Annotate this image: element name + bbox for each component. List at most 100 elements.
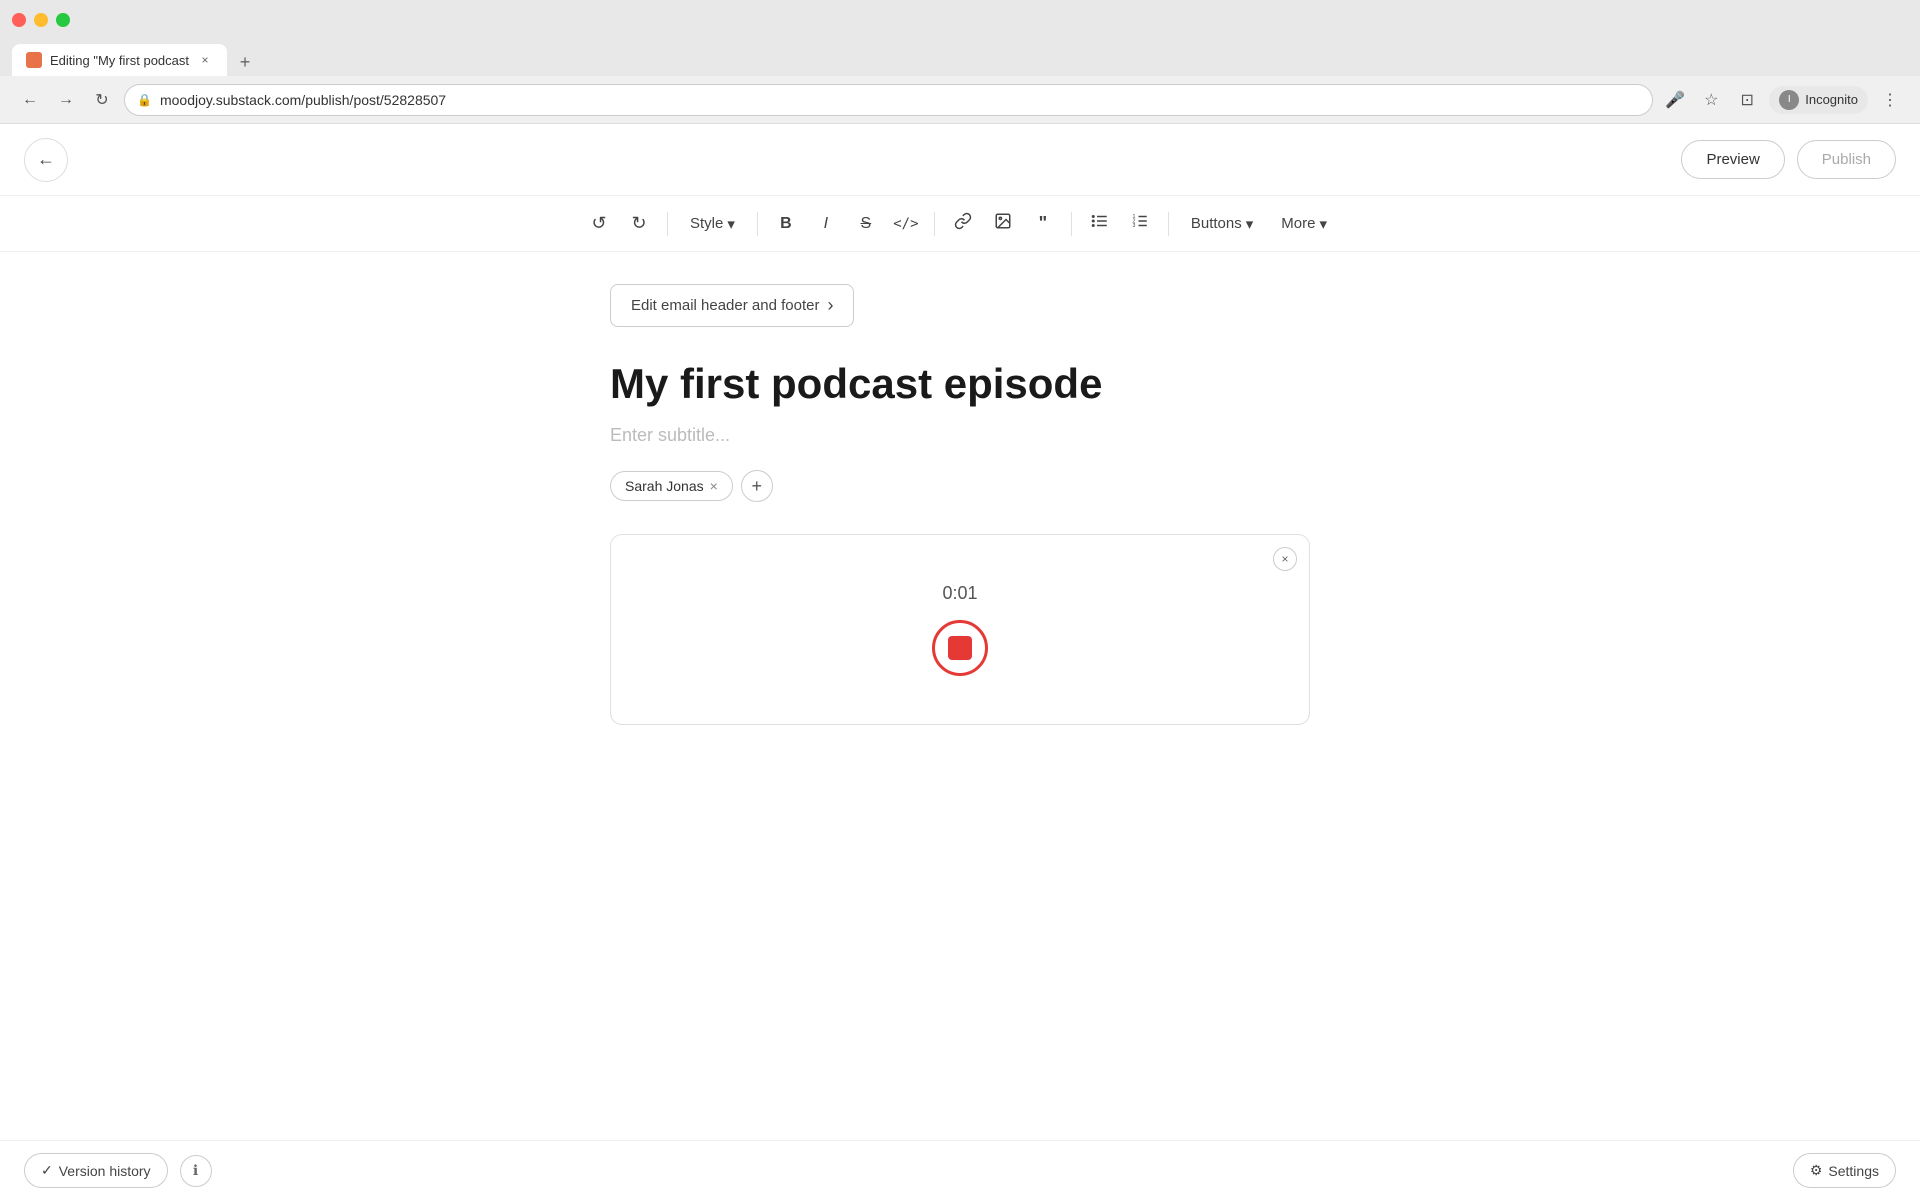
bottom-left: ✓ Version history ℹ bbox=[24, 1153, 212, 1188]
quote-icon: " bbox=[1039, 213, 1048, 234]
image-button[interactable] bbox=[985, 206, 1021, 242]
more-dots-icon: ⋮ bbox=[1882, 90, 1898, 110]
nav-actions: 🎤 ☆ ⊡ I Incognito ⋮ bbox=[1661, 86, 1904, 114]
more-label: More bbox=[1281, 215, 1315, 232]
more-chevron-icon: ▾ bbox=[1319, 215, 1327, 233]
action-bar: ← Preview Publish bbox=[0, 124, 1920, 196]
reload-button[interactable]: ↻ bbox=[88, 86, 116, 114]
star-icon: ☆ bbox=[1704, 90, 1718, 110]
style-label: Style bbox=[690, 215, 723, 232]
url-text: moodjoy.substack.com/publish/post/528285… bbox=[160, 92, 446, 108]
stop-recording-button[interactable] bbox=[932, 620, 988, 676]
new-tab-button[interactable]: + bbox=[231, 48, 259, 76]
publish-button[interactable]: Publish bbox=[1797, 140, 1896, 179]
ordered-list-button[interactable]: 1 2 3 bbox=[1122, 206, 1158, 242]
title-bar bbox=[0, 0, 1920, 40]
subtitle-field[interactable]: Enter subtitle... bbox=[610, 425, 1310, 446]
bookmark-button[interactable]: ☆ bbox=[1697, 86, 1725, 114]
traffic-lights bbox=[12, 13, 70, 27]
add-author-button[interactable]: + bbox=[741, 470, 773, 502]
profile-avatar: I bbox=[1779, 90, 1799, 110]
bottom-bar: ✓ Version history ℹ ⚙ Settings bbox=[0, 1140, 1920, 1200]
post-title[interactable]: My first podcast episode bbox=[610, 359, 1310, 409]
link-icon bbox=[954, 212, 972, 235]
author-row: Sarah Jonas × + bbox=[610, 470, 1310, 502]
content-inner: Edit email header and footer › My first … bbox=[610, 284, 1310, 725]
version-history-button[interactable]: ✓ Version history bbox=[24, 1153, 168, 1188]
edit-header-label: Edit email header and footer bbox=[631, 297, 819, 314]
image-icon bbox=[994, 212, 1012, 235]
preview-button[interactable]: Preview bbox=[1681, 140, 1784, 179]
toolbar-divider-5 bbox=[1168, 212, 1169, 236]
toolbar-divider-4 bbox=[1071, 212, 1072, 236]
redo-button[interactable]: ↻ bbox=[621, 206, 657, 242]
buttons-dropdown[interactable]: Buttons ▾ bbox=[1179, 209, 1265, 239]
info-button[interactable]: ℹ bbox=[180, 1155, 212, 1187]
author-name: Sarah Jonas bbox=[625, 478, 704, 494]
microphone-icon: 🎤 bbox=[1665, 90, 1685, 110]
info-icon: ℹ bbox=[193, 1162, 198, 1179]
bullet-list-button[interactable] bbox=[1082, 206, 1118, 242]
back-to-dashboard-button[interactable]: ← bbox=[24, 138, 68, 182]
back-button[interactable]: ← bbox=[16, 86, 44, 114]
remove-author-button[interactable]: × bbox=[710, 478, 718, 494]
forward-button[interactable]: → bbox=[52, 86, 80, 114]
toolbar-divider-3 bbox=[934, 212, 935, 236]
back-arrow-icon: ← bbox=[37, 149, 55, 170]
link-button[interactable] bbox=[945, 206, 981, 242]
microphone-button[interactable]: 🎤 bbox=[1661, 86, 1689, 114]
edit-header-footer-button[interactable]: Edit email header and footer › bbox=[610, 284, 854, 327]
sidebar-icon: ⊡ bbox=[1741, 90, 1754, 110]
svg-text:3: 3 bbox=[1132, 223, 1135, 229]
redo-icon: ↻ bbox=[631, 213, 646, 234]
settings-label: Settings bbox=[1828, 1163, 1879, 1179]
profile-label: Incognito bbox=[1805, 92, 1858, 107]
settings-button[interactable]: ⚙ Settings bbox=[1793, 1153, 1896, 1188]
quote-button[interactable]: " bbox=[1025, 206, 1061, 242]
reload-icon: ↻ bbox=[95, 90, 108, 110]
author-tag: Sarah Jonas × bbox=[610, 471, 733, 501]
bullet-list-icon bbox=[1091, 212, 1109, 235]
bold-icon: B bbox=[780, 215, 792, 233]
tab-favicon bbox=[26, 52, 42, 68]
lock-icon: 🔒 bbox=[137, 93, 152, 107]
browser-chrome: Editing "My first podcast × + ← → ↻ 🔒 mo… bbox=[0, 0, 1920, 124]
publish-area: Preview Publish bbox=[1681, 140, 1896, 179]
code-button[interactable]: </> bbox=[888, 206, 924, 242]
more-options-button[interactable]: ⋮ bbox=[1876, 86, 1904, 114]
audio-timer: 0:01 bbox=[942, 583, 977, 604]
forward-icon: → bbox=[58, 91, 74, 109]
close-traffic-light[interactable] bbox=[12, 13, 26, 27]
sidebar-button[interactable]: ⊡ bbox=[1733, 86, 1761, 114]
active-tab[interactable]: Editing "My first podcast × bbox=[12, 44, 227, 76]
strikethrough-button[interactable]: S bbox=[848, 206, 884, 242]
undo-button[interactable]: ↺ bbox=[581, 206, 617, 242]
more-dropdown[interactable]: More ▾ bbox=[1269, 209, 1339, 239]
bold-button[interactable]: B bbox=[768, 206, 804, 242]
maximize-traffic-light[interactable] bbox=[56, 13, 70, 27]
buttons-label: Buttons bbox=[1191, 215, 1242, 232]
stop-icon bbox=[948, 636, 972, 660]
tab-bar: Editing "My first podcast × + bbox=[0, 40, 1920, 76]
editor-toolbar: ↺ ↻ Style ▾ B I S </> bbox=[0, 196, 1920, 252]
version-history-label: Version history bbox=[59, 1163, 151, 1179]
navigation-bar: ← → ↻ 🔒 moodjoy.substack.com/publish/pos… bbox=[0, 76, 1920, 124]
style-dropdown[interactable]: Style ▾ bbox=[678, 209, 747, 239]
minimize-traffic-light[interactable] bbox=[34, 13, 48, 27]
toolbar-divider-1 bbox=[667, 212, 668, 236]
ordered-list-icon: 1 2 3 bbox=[1131, 212, 1149, 235]
style-chevron-icon: ▾ bbox=[727, 215, 735, 233]
edit-header-arrow-icon: › bbox=[827, 295, 833, 316]
tab-close-button[interactable]: × bbox=[197, 52, 213, 68]
back-icon: ← bbox=[22, 91, 38, 109]
buttons-chevron-icon: ▾ bbox=[1246, 215, 1254, 233]
content-area: Edit email header and footer › My first … bbox=[0, 252, 1920, 1140]
italic-button[interactable]: I bbox=[808, 206, 844, 242]
italic-icon: I bbox=[824, 215, 828, 233]
profile-pill[interactable]: I Incognito bbox=[1769, 86, 1868, 114]
strikethrough-icon: S bbox=[861, 215, 872, 233]
audio-card-close-button[interactable]: × bbox=[1273, 547, 1297, 571]
gear-icon: ⚙ bbox=[1810, 1162, 1823, 1179]
address-bar[interactable]: 🔒 moodjoy.substack.com/publish/post/5282… bbox=[124, 84, 1653, 116]
undo-icon: ↺ bbox=[591, 213, 606, 234]
